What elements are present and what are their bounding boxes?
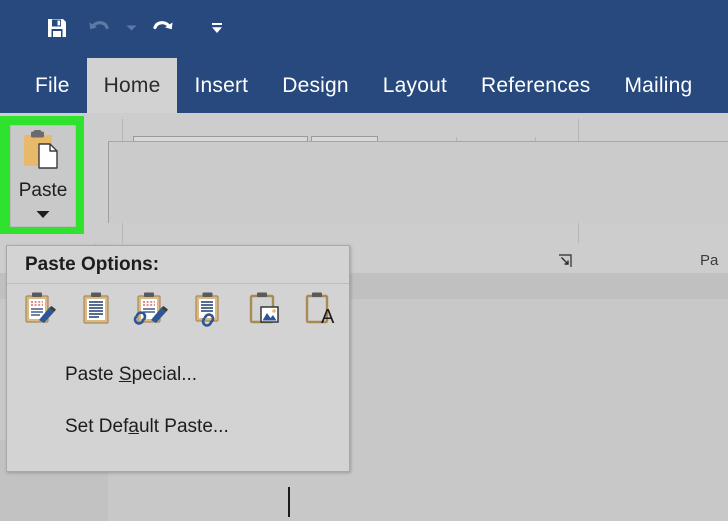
tab-home[interactable]: Home [86,58,178,113]
paste-dropdown-caret-icon[interactable] [36,206,50,224]
undo-dropdown-icon[interactable] [120,9,142,47]
paste-special-label: Paste Special... [65,364,198,385]
set-default-paste-label: Set Default Paste... [65,416,229,437]
word-application-window: File Home Insert Design Layout Reference… [0,0,728,521]
paste-options-header: Paste Options: [7,246,349,284]
set-default-paste-menu-item[interactable]: Set Default Paste... [7,406,349,448]
ribbon-tab-strip: File Home Insert Design Layout Reference… [0,58,728,113]
merge-formatting-icon[interactable] [75,288,117,330]
tab-layout[interactable]: Layout [366,58,464,113]
paste-special-menu-item[interactable]: Paste Special... [7,354,349,396]
customize-qat-icon[interactable] [206,9,228,47]
tab-file[interactable]: File [18,58,87,113]
keep-source-formatting-icon[interactable] [19,288,61,330]
picture-paste-icon[interactable] [243,288,285,330]
tab-insert[interactable]: Insert [177,58,265,113]
font-dialog-launcher-icon[interactable] [558,254,572,268]
paste-button[interactable]: Paste [10,125,76,227]
paste-button-label: Paste [18,180,68,201]
redo-icon[interactable] [142,9,184,47]
quick-access-toolbar [36,8,228,48]
paste-options-menu: Paste Options: A Paste Special... Set De… [6,245,350,472]
paste-clipboard-icon [20,130,66,179]
tab-design[interactable]: Design [265,58,366,113]
tab-references[interactable]: References [464,58,607,113]
paste-options-icon-row: A [19,288,341,330]
svg-text:A: A [321,306,335,328]
keep-text-only-icon[interactable]: A [299,288,341,330]
save-icon[interactable] [36,9,78,47]
merge-formatting-link-icon[interactable] [187,288,229,330]
undo-icon[interactable] [78,9,120,47]
title-bar [0,0,728,58]
paragraph-group-label: Pa [700,252,719,269]
keep-source-formatting-link-icon[interactable] [131,288,173,330]
document-page[interactable] [108,141,728,223]
text-cursor [288,487,290,517]
tab-mailings[interactable]: Mailing [607,58,709,113]
